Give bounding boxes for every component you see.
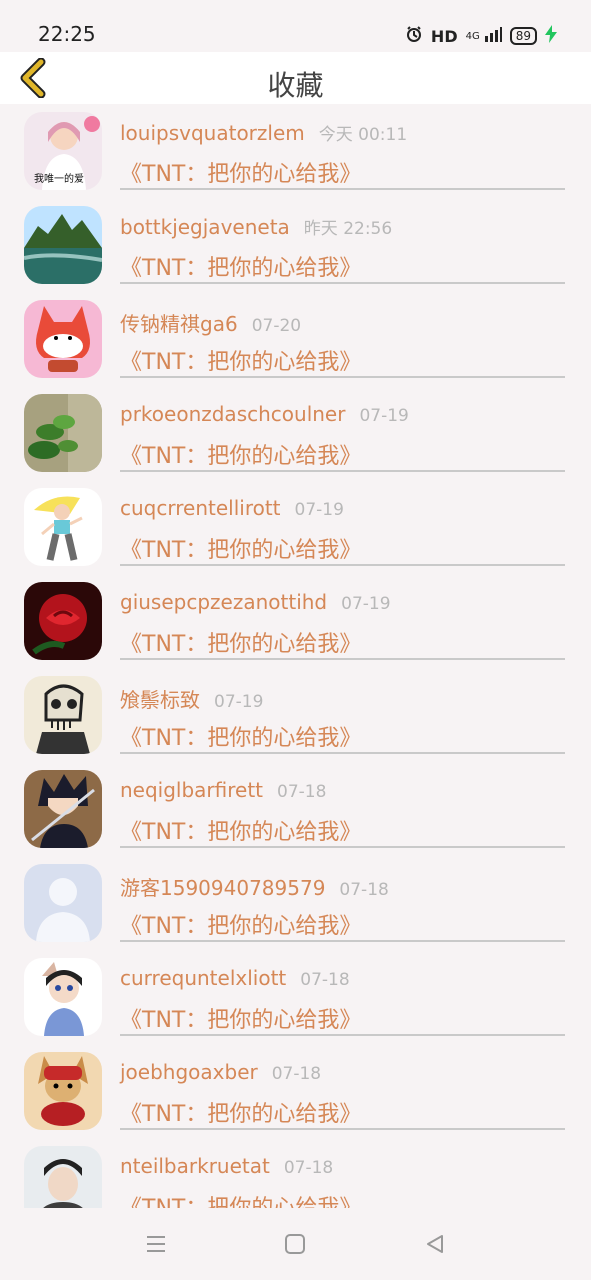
home-square-icon [285,1234,305,1254]
back-nav-button[interactable] [421,1230,449,1258]
user-name: 传钠精祺ga6 07-20 [120,312,302,336]
divider [120,752,565,754]
back-triangle-icon [427,1235,443,1253]
list-item[interactable]: bottkjegjaveneta 昨天 22:56 《TNT：把你的心给我》 [0,198,591,292]
divider [120,564,565,566]
user-name: currequntelxliott 07-18 [120,966,350,990]
item-time: 07-19 [341,594,391,614]
divider [120,846,565,848]
user-name: nteilbarkruetat 07-18 [120,1154,334,1178]
divider [120,940,565,942]
work-title: 《TNT：把你的心给我》 [120,632,362,657]
item-time: 07-18 [277,782,327,802]
avatar [24,770,102,848]
battery-icon: 89 [509,27,537,45]
work-title: 《TNT：把你的心给我》 [120,726,362,751]
avatar [24,300,102,378]
item-time: 07-19 [214,692,264,712]
user-name: cuqcrrentellirott 07-19 [120,496,344,520]
user-name: 飧鬃标致 07-19 [120,688,264,712]
hd-indicator: HD [430,26,458,46]
navigation-bar [0,1208,591,1280]
list-item[interactable]: 飧鬃标致 07-19 《TNT：把你的心给我》 [0,668,591,762]
avatar [24,1146,102,1208]
avatar [24,394,102,472]
list-item[interactable]: nteilbarkruetat07-18 《TNT：把你的心给我》 [0,1138,591,1208]
list-item[interactable]: 游客1590940789579 07-18 《TNT：把你的心给我》 [0,856,591,950]
list-item[interactable]: 我唯一的爱 louipsvquatorzlem 今天 00:11 《TNT：把你的… [0,104,591,198]
page-title: 收藏 [267,69,324,102]
item-time: 昨天 22:56 [303,219,393,239]
avatar: 我唯一的爱 [24,112,102,190]
status-bar: 22:25 HD 4G 89 [0,0,591,52]
favorites-list: 我唯一的爱 louipsvquatorzlem 今天 00:11 《TNT：把你的… [0,104,591,1208]
item-time: 07-19 [359,406,409,426]
list-item[interactable]: cuqcrrentellirott 07-19 《TNT：把你的心给我》 [0,480,591,574]
divider [120,1034,565,1036]
item-time: 07-18 [271,1064,322,1084]
network-label: 4G [465,30,480,42]
list-item[interactable]: 传钠精祺ga6 07-20 《TNT：把你的心给我》 [0,292,591,386]
home-button[interactable] [281,1230,309,1258]
menu-button[interactable] [142,1230,170,1258]
avatar [24,864,102,942]
menu-icon [147,1236,165,1252]
divider [120,1128,565,1130]
avatar [24,488,102,566]
item-time: 07-18 [283,1158,334,1178]
user-name: prkoeonzdaschcoulner 07-19 [120,402,409,426]
divider [120,188,565,190]
avatar [24,582,102,660]
list-item[interactable]: giusepcpzezanottihd 07-19 《TNT：把你的心给我》 [0,574,591,668]
list-item[interactable]: prkoeonzdaschcoulner 07-19 《TNT：把你的心给我》 [0,386,591,480]
user-name: giusepcpzezanottihd 07-19 [120,590,391,614]
list-item[interactable]: neqiglbarfirett 07-18 《TNT：把你的心给我》 [0,762,591,856]
work-title: 《TNT：把你的心给我》 [120,256,362,281]
work-title: 《TNT：把你的心给我》 [120,350,362,375]
avatar [24,958,102,1036]
user-name: joebhgoaxber 07-18 [120,1060,322,1084]
work-title: 《TNT：把你的心给我》 [120,1190,361,1208]
user-name: bottkjegjaveneta 昨天 22:56 [120,215,393,239]
avatar-text: 我唯一的爱 [34,172,84,185]
avatar [24,1052,102,1130]
item-time: 今天 00:11 [318,125,408,145]
work-title: 《TNT：把你的心给我》 [120,1102,362,1127]
user-name: louipsvquatorzlem 今天 00:11 [120,121,408,145]
work-title: 《TNT：把你的心给我》 [120,162,362,187]
status-icons: HD 4G 89 [405,24,557,48]
signal-icon [484,26,502,46]
work-title: 《TNT：把你的心给我》 [120,1008,362,1033]
list-item[interactable]: currequntelxliott 07-18 《TNT：把你的心给我》 [0,950,591,1044]
divider [120,282,565,284]
item-time: 07-20 [251,316,302,336]
work-title: 《TNT：把你的心给我》 [120,820,362,845]
user-name: 游客1590940789579 07-18 [120,876,389,900]
divider [120,376,565,378]
divider [120,470,565,472]
work-title: 《TNT：把你的心给我》 [120,538,362,563]
item-time: 07-19 [294,500,344,520]
list-item[interactable]: joebhgoaxber 07-18 《TNT：把你的心给我》 [0,1044,591,1138]
item-time: 07-18 [300,970,350,990]
avatar [24,206,102,284]
work-title: 《TNT：把你的心给我》 [120,914,362,939]
status-time: 22:25 [38,22,96,46]
item-time: 07-18 [339,880,389,900]
user-name: neqiglbarfirett 07-18 [120,778,327,802]
alarm-icon [405,25,423,47]
work-title: 《TNT：把你的心给我》 [120,444,362,469]
divider [120,658,565,660]
avatar [24,676,102,754]
charging-icon [545,25,557,47]
header: 收藏 [0,52,591,104]
